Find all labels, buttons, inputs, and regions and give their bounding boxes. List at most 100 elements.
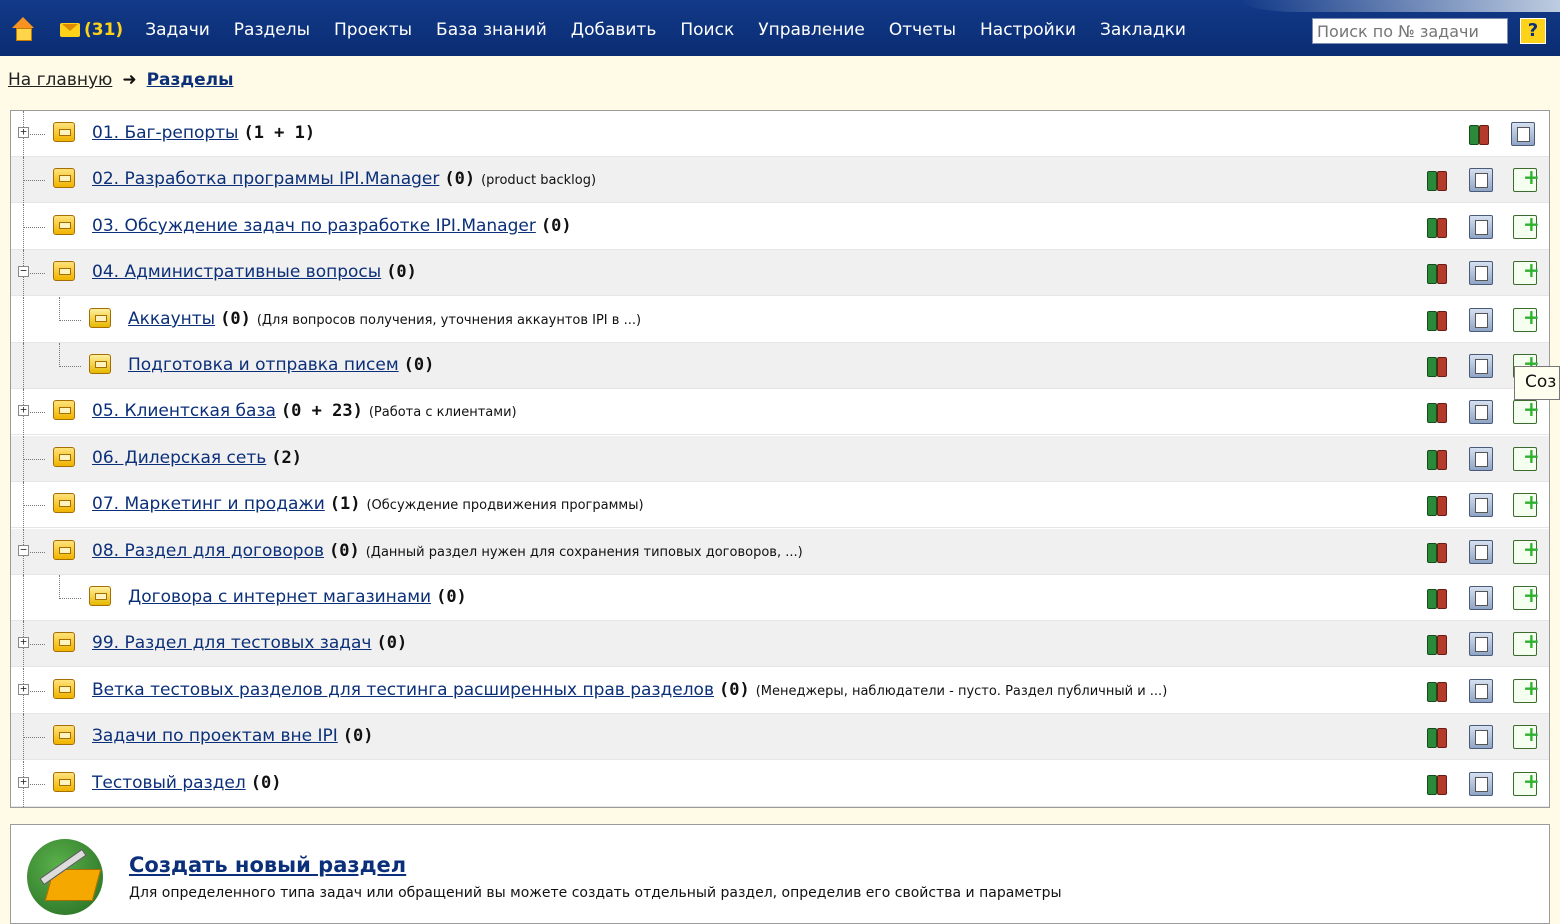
- section-link[interactable]: Аккаунты: [128, 309, 215, 329]
- move-section-icon[interactable]: [1425, 586, 1449, 610]
- move-section-icon[interactable]: [1425, 493, 1449, 517]
- tree-line: [23, 737, 45, 738]
- nav-item-bookmarks[interactable]: Закладки: [1100, 20, 1186, 40]
- add-subsection-icon[interactable]: [1513, 444, 1540, 471]
- tree-line: [23, 505, 45, 506]
- add-subsection-icon[interactable]: [1513, 629, 1540, 656]
- edit-section-icon[interactable]: [1469, 725, 1493, 749]
- section-link[interactable]: 06. Дилерская сеть: [92, 448, 266, 468]
- nav-item-management[interactable]: Управление: [758, 20, 865, 40]
- add-subsection-icon[interactable]: [1513, 676, 1540, 703]
- expand-icon[interactable]: +: [18, 126, 29, 138]
- add-subsection-icon[interactable]: [1513, 258, 1540, 285]
- section-link[interactable]: 07. Маркетинг и продажи: [92, 494, 325, 514]
- section-description: (Для вопросов получения, уточнения аккау…: [256, 313, 642, 328]
- add-subsection-icon[interactable]: [1513, 769, 1540, 796]
- nav-item-search[interactable]: Поиск: [680, 20, 734, 40]
- edit-section-icon[interactable]: [1469, 261, 1493, 285]
- add-subsection-icon[interactable]: [1513, 583, 1540, 610]
- move-section-icon[interactable]: [1425, 725, 1449, 749]
- edit-section-icon[interactable]: [1469, 308, 1493, 332]
- folder-icon: [53, 772, 75, 792]
- section-link[interactable]: Задачи по проектам вне IPI: [92, 726, 338, 746]
- move-section-icon[interactable]: [1425, 632, 1449, 656]
- add-subsection-icon[interactable]: [1513, 212, 1540, 239]
- collapse-icon[interactable]: −: [18, 544, 29, 556]
- move-section-icon[interactable]: [1425, 168, 1449, 192]
- section-description: (Обсуждение продвижения программы): [366, 498, 644, 513]
- create-section-link[interactable]: Создать новый раздел: [129, 853, 406, 877]
- section-link[interactable]: 04. Административные вопросы: [92, 262, 381, 282]
- section-count: (0): [250, 773, 282, 793]
- edit-section-icon[interactable]: [1469, 586, 1493, 610]
- nav-item-knowledge-base[interactable]: База знаний: [436, 20, 547, 40]
- mail-link[interactable]: (31): [60, 20, 123, 40]
- section-link[interactable]: 99. Раздел для тестовых задач: [92, 633, 371, 653]
- move-section-icon[interactable]: [1425, 772, 1449, 796]
- tree-line: [59, 297, 60, 321]
- add-subsection-icon[interactable]: [1513, 490, 1540, 517]
- nav-item-tasks[interactable]: Задачи: [145, 20, 210, 40]
- section-row: 06. Дилерская сеть (2): [11, 436, 1549, 482]
- edit-section-icon[interactable]: [1469, 540, 1493, 564]
- section-count: (0): [403, 355, 435, 375]
- nav-item-settings[interactable]: Настройки: [980, 20, 1076, 40]
- section-count: (1): [329, 494, 361, 514]
- create-section-icon[interactable]: [27, 839, 103, 915]
- section-link[interactable]: 08. Раздел для договоров: [92, 541, 324, 561]
- collapse-icon[interactable]: −: [18, 265, 29, 277]
- nav-item-sections[interactable]: Разделы: [234, 20, 310, 40]
- tree-line: [59, 320, 81, 321]
- section-link[interactable]: Тестовый раздел: [92, 773, 246, 793]
- add-subsection-icon[interactable]: [1513, 722, 1540, 749]
- move-section-icon[interactable]: [1425, 400, 1449, 424]
- section-label: Договора с интернет магазинами (0): [128, 587, 467, 607]
- breadcrumb-home-link[interactable]: На главную: [8, 70, 112, 90]
- edit-section-icon[interactable]: [1469, 632, 1493, 656]
- expand-icon[interactable]: +: [18, 636, 29, 648]
- edit-section-icon[interactable]: [1469, 447, 1493, 471]
- section-row: − 04. Административные вопросы (0): [11, 250, 1549, 296]
- edit-section-icon[interactable]: [1469, 215, 1493, 239]
- expand-icon[interactable]: +: [18, 404, 29, 416]
- section-label: Подготовка и отправка писем (0): [128, 355, 434, 375]
- move-section-icon[interactable]: [1425, 308, 1449, 332]
- edit-section-icon[interactable]: [1469, 354, 1493, 378]
- home-icon[interactable]: [10, 17, 38, 43]
- nav-item-projects[interactable]: Проекты: [334, 20, 412, 40]
- section-link[interactable]: 05. Клиентская база: [92, 401, 276, 421]
- edit-section-icon[interactable]: [1469, 168, 1493, 192]
- section-link[interactable]: 01. Баг-репорты: [92, 123, 238, 143]
- section-link[interactable]: Ветка тестовых разделов для тестинга рас…: [92, 680, 714, 700]
- add-subsection-icon[interactable]: [1513, 305, 1540, 332]
- expand-icon[interactable]: +: [18, 683, 29, 695]
- move-section-icon[interactable]: [1425, 354, 1449, 378]
- section-link[interactable]: 02. Разработка программы IPI.Manager: [92, 169, 439, 189]
- nav-item-add[interactable]: Добавить: [571, 20, 657, 40]
- edit-section-icon[interactable]: [1469, 772, 1493, 796]
- section-row: +05. Клиентская база (0 + 23) (Работа с кл…: [11, 389, 1549, 435]
- move-section-icon[interactable]: [1425, 540, 1449, 564]
- help-button[interactable]: ?: [1520, 18, 1546, 44]
- section-row: Аккаунты (0) (Для вопросов получения, уточ…: [11, 297, 1549, 343]
- add-subsection-icon[interactable]: [1513, 537, 1540, 564]
- edit-section-icon[interactable]: [1511, 122, 1535, 146]
- edit-section-icon[interactable]: [1469, 400, 1493, 424]
- expand-icon[interactable]: +: [18, 776, 29, 788]
- move-section-icon[interactable]: [1425, 447, 1449, 471]
- edit-section-icon[interactable]: [1469, 679, 1493, 703]
- move-section-icon[interactable]: [1467, 122, 1491, 146]
- add-subsection-icon[interactable]: [1513, 397, 1540, 424]
- move-section-icon[interactable]: [1425, 215, 1449, 239]
- folder-icon: [53, 215, 75, 235]
- task-number-search-input[interactable]: [1312, 18, 1508, 44]
- edit-section-icon[interactable]: [1469, 493, 1493, 517]
- section-link[interactable]: Договора с интернет магазинами: [128, 587, 431, 607]
- add-subsection-icon[interactable]: [1513, 165, 1540, 192]
- section-link[interactable]: 03. Обсуждение задач по разработке IPI.M…: [92, 216, 536, 236]
- section-link[interactable]: Подготовка и отправка писем: [128, 355, 399, 375]
- nav-item-reports[interactable]: Отчеты: [889, 20, 956, 40]
- breadcrumb-current[interactable]: Разделы: [147, 70, 234, 90]
- move-section-icon[interactable]: [1425, 261, 1449, 285]
- move-section-icon[interactable]: [1425, 679, 1449, 703]
